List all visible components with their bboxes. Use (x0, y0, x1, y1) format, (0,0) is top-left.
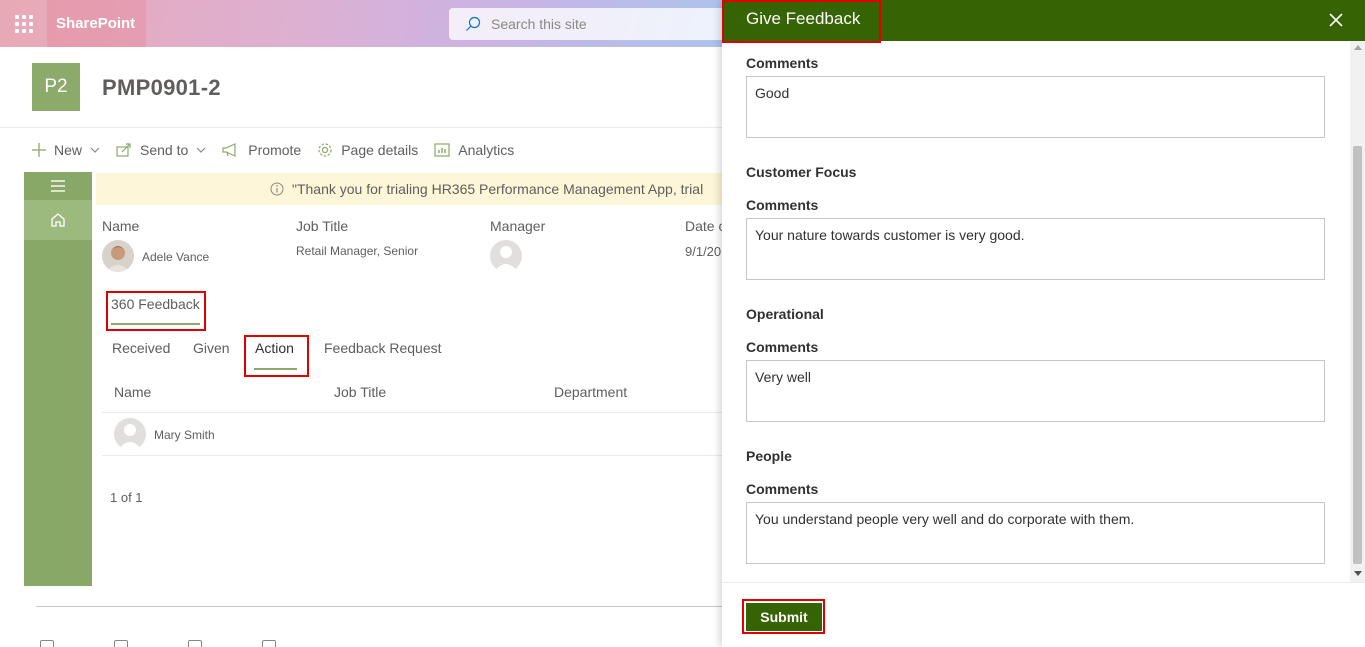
like-icon[interactable] (40, 640, 54, 647)
page-details-button[interactable]: Page details (317, 142, 418, 158)
chevron-down-icon (90, 147, 100, 153)
views-icon (188, 640, 202, 647)
employee-name: Adele Vance (142, 250, 210, 264)
table-header-divider (102, 412, 722, 413)
name-label: Name (102, 218, 140, 234)
promote-label: Promote (248, 142, 302, 158)
tab-feedback-request[interactable]: Feedback Request (324, 340, 442, 356)
manager-label: Manager (490, 218, 546, 234)
person-icon (494, 246, 518, 272)
comment-icon[interactable] (114, 640, 128, 647)
app-left-rail (24, 172, 92, 586)
table-row-name[interactable]: Mary Smith (154, 428, 215, 442)
footer-actions (40, 640, 276, 647)
tab-received[interactable]: Received (112, 340, 170, 356)
column-header-name[interactable]: Name (114, 384, 151, 400)
gear-icon (318, 143, 332, 157)
employee-avatar (102, 240, 134, 272)
header-divider (0, 127, 722, 128)
section-title-customer-focus: Customer Focus (746, 164, 857, 180)
comments-field-operational[interactable]: Very well (746, 360, 1325, 422)
search-placeholder: Search this site (491, 16, 587, 32)
table-row-divider (102, 455, 722, 456)
comments-field-1[interactable]: Good (746, 76, 1325, 138)
save-for-later-icon[interactable] (262, 640, 276, 647)
highlight-action-tab (244, 335, 309, 377)
info-icon (270, 182, 284, 196)
close-icon[interactable] (1329, 13, 1343, 27)
megaphone-icon (222, 143, 236, 157)
page-details-label: Page details (341, 142, 419, 158)
home-button[interactable] (24, 200, 92, 240)
panel-scrollbar[interactable] (1350, 41, 1365, 582)
analytics-label: Analytics (458, 142, 515, 158)
site-logo[interactable]: P2 (32, 63, 80, 111)
comments-field-people[interactable]: You understand people very well and do c… (746, 502, 1325, 564)
site-search-box[interactable]: Search this site (449, 8, 749, 40)
comments-label-customer-focus: Comments (746, 197, 819, 213)
share-icon (116, 143, 131, 157)
date-label: Date o (685, 218, 727, 234)
person-icon (118, 424, 142, 450)
manager-avatar (490, 240, 522, 272)
highlight-submit-button (742, 599, 825, 634)
menu-button[interactable] (24, 172, 92, 200)
search-icon (466, 16, 481, 31)
employee-date: 9/1/20 (685, 244, 722, 259)
comments-label-operational: Comments (746, 339, 819, 355)
site-title[interactable]: PMP0901-2 (102, 75, 221, 101)
comments-field-customer-focus[interactable]: Your nature towards customer is very goo… (746, 218, 1325, 280)
scroll-down-arrow-icon[interactable] (1354, 571, 1362, 576)
panel-body: Comments Good Customer Focus Comments Yo… (722, 41, 1350, 582)
send-to-label: Send to (140, 142, 189, 158)
scroll-up-arrow-icon[interactable] (1354, 45, 1362, 50)
new-label: New (54, 142, 83, 158)
panel-footer-divider (722, 582, 1365, 583)
plus-icon (32, 143, 46, 157)
chevron-down-icon (196, 147, 206, 153)
analytics-icon (434, 143, 450, 157)
job-title-label: Job Title (296, 218, 349, 234)
send-to-button[interactable]: Send to (116, 142, 206, 158)
new-button[interactable]: New (32, 142, 100, 158)
comments-label-1: Comments (746, 55, 819, 71)
highlight-360-feedback (106, 291, 206, 331)
pagination-text: 1 of 1 (110, 490, 143, 505)
analytics-button[interactable]: Analytics (434, 142, 514, 158)
app-launcher-button[interactable] (0, 0, 47, 47)
waffle-icon (14, 14, 33, 33)
section-title-people: People (746, 448, 792, 464)
command-bar: New Send to Promote Page details Analyti… (32, 138, 530, 162)
comments-label-people: Comments (746, 481, 819, 497)
trial-notice-text: "Thank you for trialing HR365 Performanc… (292, 181, 704, 197)
promote-button[interactable]: Promote (222, 142, 301, 158)
tab-given[interactable]: Given (193, 340, 230, 356)
scrollbar-thumb[interactable] (1353, 146, 1362, 564)
column-header-job-title[interactable]: Job Title (334, 384, 386, 400)
column-header-department[interactable]: Department (554, 384, 627, 400)
trial-notice-banner: "Thank you for trialing HR365 Performanc… (96, 173, 722, 205)
hamburger-icon (51, 180, 65, 192)
highlight-panel-title (722, 0, 881, 43)
home-icon (51, 213, 65, 227)
section-title-operational: Operational (746, 306, 824, 322)
row-avatar (114, 418, 146, 450)
footer-divider (36, 606, 722, 607)
sharepoint-brand-link[interactable]: SharePoint (47, 0, 146, 47)
give-feedback-panel: Give Feedback Comments Good Customer Foc… (722, 0, 1365, 647)
employee-job-title: Retail Manager, Senior (296, 244, 419, 258)
